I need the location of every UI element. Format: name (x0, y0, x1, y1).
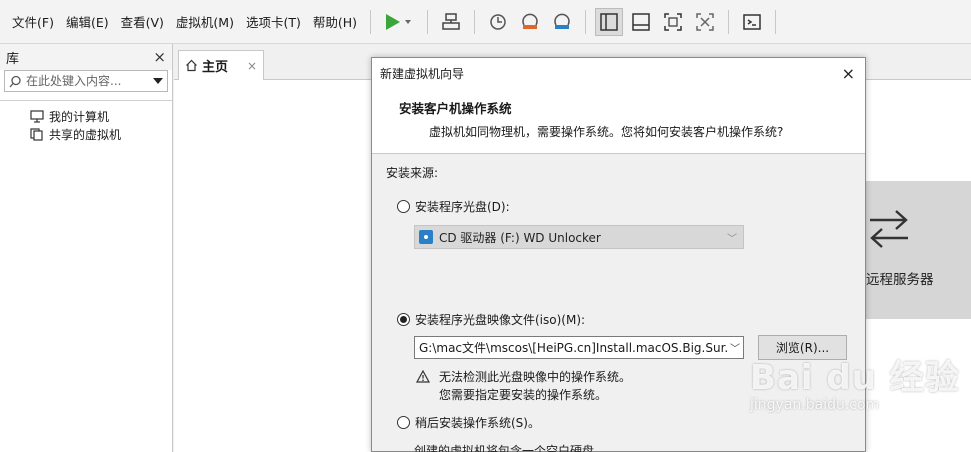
warning-line-2: 您需要指定要安装的操作系统。 (439, 388, 608, 402)
toolbar-separator (474, 9, 476, 34)
tree-item-label: 我的计算机 (49, 109, 110, 124)
fullscreen-icon (664, 12, 682, 31)
radio-disc-label: 安装程序光盘(D): (415, 200, 510, 214)
radio-installer-iso[interactable]: 安装程序光盘映像文件(iso)(M): (397, 311, 585, 328)
remote-server-label: 远程服务器 (866, 272, 934, 288)
full-screen-button[interactable] (659, 8, 687, 36)
revert-clock-icon (522, 13, 538, 29)
radio-later-label: 稍后安装操作系统(S)。 (415, 416, 540, 430)
menu-bar: 文件(F) 编辑(E) 查看(V) 虚拟机(M) 选项卡(T) 帮助(H) (0, 0, 971, 44)
terminal-icon (743, 13, 761, 30)
menu-file[interactable]: 文件(F) (6, 12, 60, 31)
revert-snapshot-button[interactable] (516, 8, 544, 36)
install-source-label: 安装来源: (386, 166, 439, 180)
warning-icon (416, 370, 430, 383)
send-keys-button[interactable] (437, 8, 465, 36)
clock-icon (490, 13, 506, 30)
tree-item-label: 共享的虚拟机 (49, 127, 122, 142)
radio-iso-indicator[interactable] (397, 313, 410, 326)
dialog-header: 安装客户机操作系统 虚拟机如同物理机，需要操作系统。您将如何安装客户机操作系统? (372, 88, 865, 154)
new-vm-wizard-dialog: 新建虚拟机向导 × 安装客户机操作系统 虚拟机如同物理机，需要操作系统。您将如何… (371, 57, 866, 452)
thumbnail-bar-button[interactable] (627, 8, 655, 36)
chevron-down-icon: ﹀ (727, 233, 737, 245)
tab-label: 主页 (202, 60, 229, 75)
install-later-hint: 创建的虚拟机将包含一个空白硬盘。 (414, 444, 607, 452)
snapshot-manager-icon (554, 13, 570, 29)
unity-button[interactable] (691, 8, 719, 36)
tab-close-button[interactable]: × (247, 59, 257, 73)
computer-icon (30, 109, 44, 123)
tree-item-shared-vms[interactable]: 共享的虚拟机 (0, 125, 172, 143)
search-icon (9, 75, 21, 87)
library-tree: 我的计算机 共享的虚拟机 (0, 100, 172, 143)
library-panel: 库 × 我的计算机 共享的虚拟机 (0, 44, 173, 452)
play-icon (386, 13, 412, 30)
snapshot-manager-button[interactable] (548, 8, 576, 36)
dialog-subheading: 虚拟机如同物理机，需要操作系统。您将如何安装客户机操作系统? (429, 125, 784, 139)
transfer-arrows-icon (870, 210, 908, 248)
radio-later-indicator[interactable] (397, 416, 410, 429)
unity-icon (696, 12, 714, 31)
toolbar-separator (370, 9, 372, 34)
radio-disc-indicator[interactable] (397, 200, 410, 213)
browse-button[interactable]: 浏览(R)... (758, 335, 847, 360)
console-view-button[interactable] (738, 8, 766, 36)
library-close-button[interactable]: × (153, 48, 166, 66)
library-search-input[interactable] (26, 74, 153, 88)
warning-line-1: 无法检测此光盘映像中的操作系统。 (439, 370, 632, 384)
show-library-button[interactable] (595, 7, 624, 36)
menu-vm[interactable]: 虚拟机(M) (170, 12, 240, 31)
radio-install-later[interactable]: 稍后安装操作系统(S)。 (397, 414, 540, 431)
iso-path-combobox[interactable]: G:\mac文件\mscos\[HeiPG.cn]Install.macOS.B… (414, 336, 744, 359)
toolbar-separator (427, 9, 429, 34)
power-on-button[interactable] (380, 8, 418, 36)
home-icon (186, 59, 197, 72)
toolbar-separator (728, 9, 730, 34)
iso-warning: 无法检测此光盘映像中的操作系统。 您需要指定要安装的操作系统。 (416, 368, 631, 404)
library-search[interactable] (4, 70, 168, 92)
dialog-close-button[interactable]: × (842, 64, 855, 83)
menu-view[interactable]: 查看(V) (115, 12, 170, 31)
dialog-title: 新建虚拟机向导 (380, 66, 465, 81)
radio-iso-label: 安装程序光盘映像文件(iso)(M): (415, 313, 586, 327)
network-icon (442, 12, 460, 30)
search-dropdown-icon[interactable] (153, 78, 163, 84)
dialog-heading: 安装客户机操作系统 (399, 101, 512, 116)
disc-drive-value: CD 驱动器 (F:) WD Unlocker (439, 230, 601, 245)
toolbar-separator (775, 9, 777, 34)
tree-item-my-computer[interactable]: 我的计算机 (0, 107, 172, 125)
radio-installer-disc[interactable]: 安装程序光盘(D): (397, 198, 510, 215)
iso-path-value[interactable]: G:\mac文件\mscos\[HeiPG.cn]Install.macOS.B… (419, 339, 727, 356)
menu-edit[interactable]: 编辑(E) (60, 12, 115, 31)
sidebar-layout-icon (600, 12, 618, 31)
snapshot-button[interactable] (484, 8, 512, 36)
dialog-title-bar: 新建虚拟机向导 (372, 58, 865, 88)
cd-drive-icon (419, 230, 433, 244)
tab-home[interactable]: 主页 × (178, 50, 264, 80)
chevron-down-icon[interactable]: ﹀ (727, 340, 743, 355)
bottom-panel-icon (632, 12, 650, 31)
menu-tabs[interactable]: 选项卡(T) (240, 12, 307, 31)
library-title: 库 (6, 51, 20, 67)
shared-vm-icon (30, 127, 43, 141)
library-header: 库 × (0, 44, 172, 70)
menu-help[interactable]: 帮助(H) (307, 12, 363, 31)
disc-drive-select: CD 驱动器 (F:) WD Unlocker ﹀ (414, 225, 744, 249)
toolbar-separator (585, 9, 587, 34)
